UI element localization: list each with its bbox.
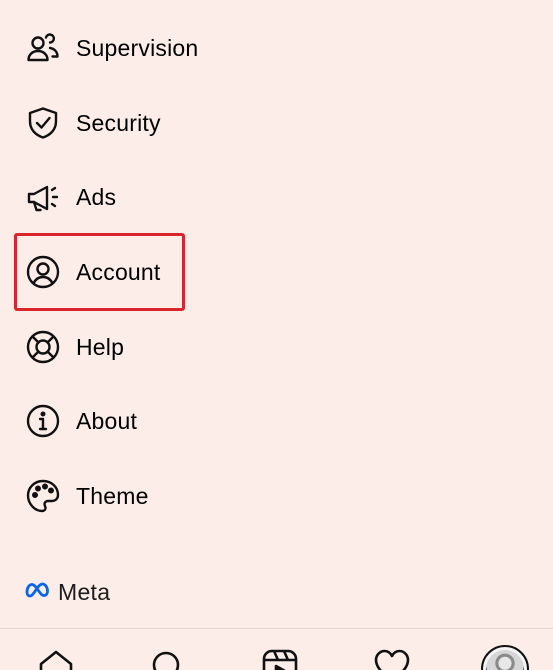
palette-icon — [25, 478, 61, 514]
menu-item-label: Ads — [76, 184, 117, 210]
bottom-navigation-bar — [0, 629, 553, 670]
megaphone-icon — [25, 179, 61, 215]
info-icon — [25, 403, 61, 439]
menu-item-theme[interactable]: Theme — [0, 466, 553, 526]
home-icon[interactable] — [36, 647, 80, 670]
menu-item-label: Theme — [76, 483, 149, 509]
account-circle-icon — [25, 254, 61, 290]
menu-item-label: Help — [76, 334, 125, 360]
supervision-icon — [25, 30, 61, 66]
profile-avatar[interactable] — [481, 645, 529, 670]
menu-item-label: About — [76, 408, 138, 434]
avatar-photo — [486, 650, 524, 670]
menu-item-label: Supervision — [76, 35, 199, 61]
menu-item-ads[interactable]: Ads — [0, 167, 553, 227]
heart-icon[interactable] — [372, 647, 416, 670]
lifebuoy-icon — [25, 329, 61, 365]
menu-item-label: Account — [76, 259, 161, 285]
meta-infinity-icon — [25, 581, 55, 604]
search-icon[interactable] — [148, 647, 192, 670]
menu-item-help[interactable]: Help — [0, 317, 553, 377]
meta-brand[interactable]: Meta — [25, 577, 110, 607]
menu-item-about[interactable]: About — [0, 391, 553, 451]
menu-item-label: Security — [76, 110, 161, 136]
shield-check-icon — [25, 105, 61, 141]
menu-item-security[interactable]: Security — [0, 93, 553, 153]
meta-brand-text: Meta — [58, 578, 111, 605]
menu-item-account[interactable]: Account — [0, 242, 553, 302]
reels-icon[interactable] — [260, 647, 304, 670]
menu-item-supervision[interactable]: Supervision — [0, 18, 553, 78]
